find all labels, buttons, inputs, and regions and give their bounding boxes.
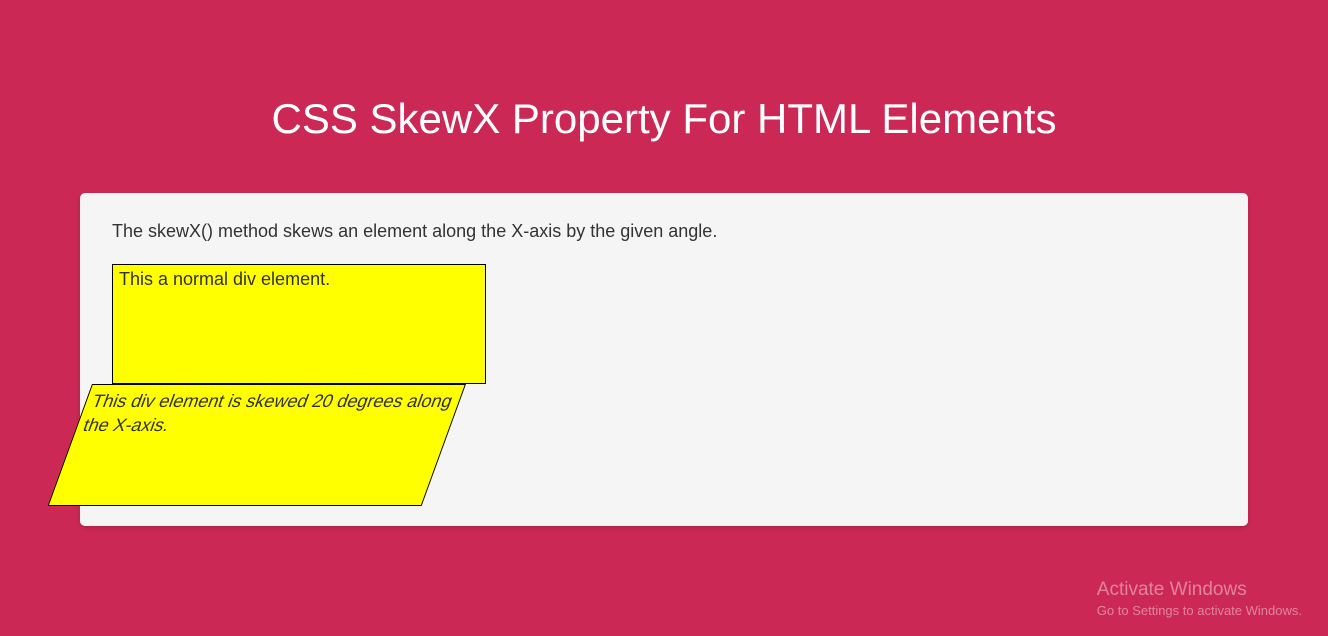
- page-title: CSS SkewX Property For HTML Elements: [0, 0, 1328, 193]
- content-card: The skewX() method skews an element alon…: [80, 193, 1248, 526]
- normal-div-box: This a normal div element.: [112, 264, 486, 384]
- watermark-subtitle: Go to Settings to activate Windows.: [1097, 603, 1302, 618]
- windows-activation-watermark: Activate Windows Go to Settings to activ…: [1097, 579, 1302, 618]
- watermark-title: Activate Windows: [1097, 579, 1302, 601]
- skewed-div-box: This div element is skewed 20 degrees al…: [48, 384, 466, 506]
- description-text: The skewX() method skews an element alon…: [112, 221, 1216, 242]
